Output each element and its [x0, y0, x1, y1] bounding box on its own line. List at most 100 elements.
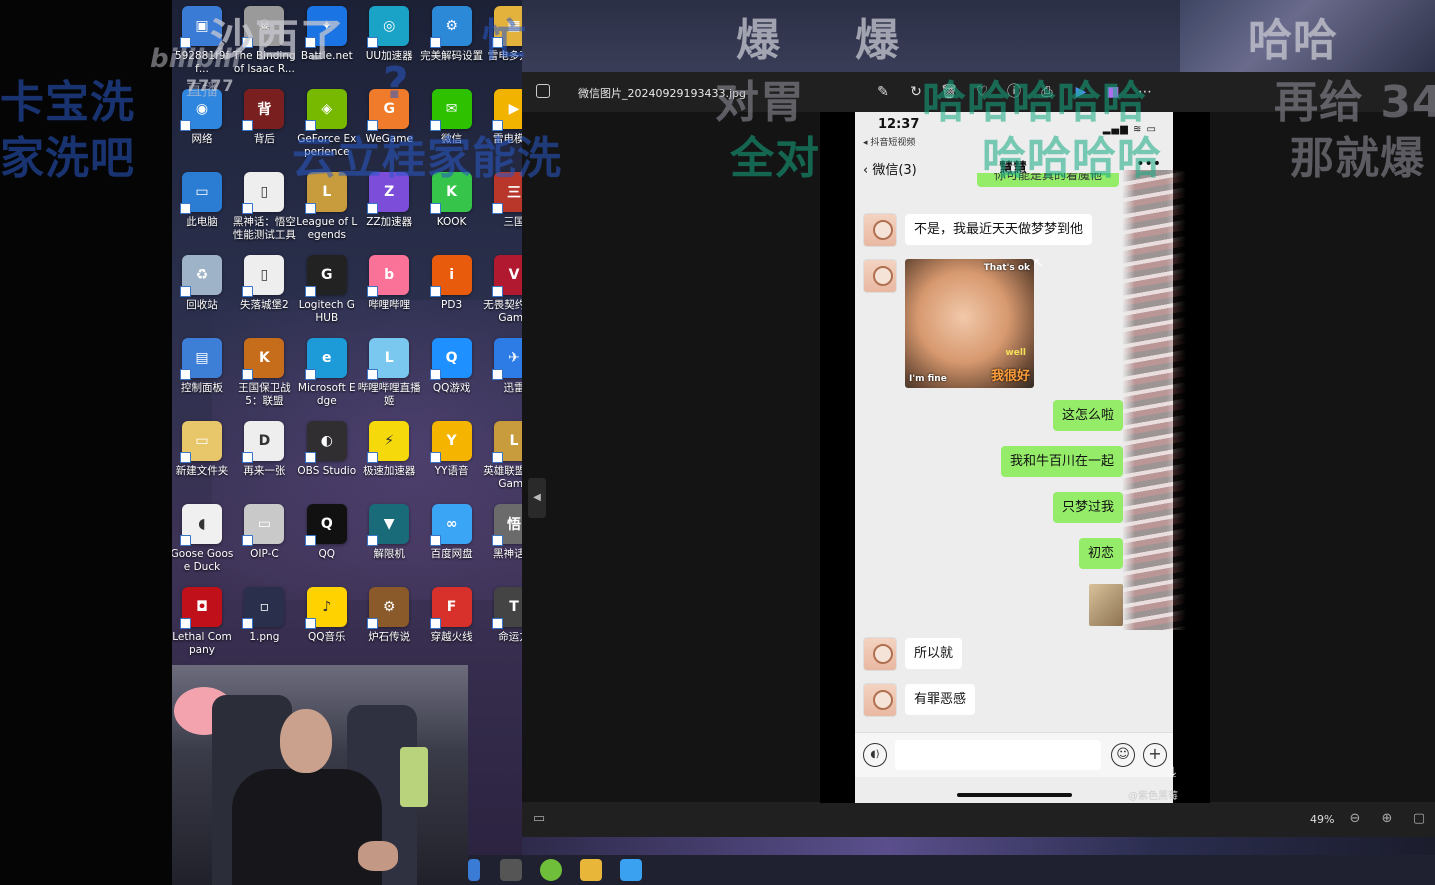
shortcut-arrow-icon — [304, 286, 316, 297]
shortcut-arrow-icon — [367, 618, 379, 629]
app-icon: ♪ — [304, 587, 347, 629]
phone-time: 12:37 — [878, 117, 920, 132]
app-icon: ♻ — [180, 255, 222, 297]
shortcut-arrow-icon — [492, 535, 503, 546]
desktop-icon[interactable]: K 王国保卫战 5：联盟 — [232, 338, 296, 408]
danmaku-comment: 沙西了 — [210, 15, 345, 66]
zoom-in-icon[interactable]: ⊕ — [1378, 810, 1396, 828]
desktop-icon[interactable]: ◐ OBS Studio — [295, 421, 359, 478]
back-to-app: ◂ 抖音短视频 — [863, 138, 916, 148]
app-icon: L — [492, 421, 522, 463]
shortcut-arrow-icon — [429, 203, 441, 214]
chat-input-bar: ◖) ☺ + — [855, 732, 1173, 777]
desktop-icon-label: OIP-C — [250, 548, 279, 560]
desktop-icon[interactable]: ♻ 回收站 — [172, 255, 234, 312]
taskbar-app-icon[interactable] — [500, 859, 522, 881]
message-bubble: 这怎么啦 — [1052, 400, 1123, 431]
desktop-icon-label: QQ游戏 — [432, 382, 471, 394]
home-indicator — [957, 793, 1072, 797]
shortcut-arrow-icon — [367, 286, 379, 297]
desktop-icon[interactable]: ▯ 失落城堡2 — [232, 255, 296, 312]
voice-icon: ◖) — [863, 743, 887, 767]
danmaku-comment: 那就爆 — [1290, 133, 1425, 184]
shortcut-arrow-icon — [180, 120, 191, 131]
desktop-icon[interactable]: Y YY语音 — [420, 421, 484, 478]
app-icon: ✈ — [492, 338, 522, 380]
shortcut-arrow-icon — [180, 203, 191, 214]
danmaku-comment: 卡宝洗 — [0, 77, 135, 128]
desktop-icon[interactable]: ∞ 百度网盘 — [420, 504, 484, 561]
danmaku-comment: 哈哈 — [1248, 15, 1338, 66]
shortcut-arrow-icon — [242, 120, 254, 131]
desktop-icon[interactable]: ▭ 此电脑 — [172, 172, 234, 229]
file-explorer-icon[interactable] — [580, 859, 602, 881]
desktop-icon[interactable]: 背背后 — [232, 89, 296, 146]
desktop-icon[interactable]: ◖ Goose Goose Duck — [172, 504, 234, 574]
sticker-text: well — [1005, 348, 1026, 358]
desktop-icon[interactable]: 悟黑神话： — [482, 504, 522, 561]
desktop-icon[interactable]: G Logitech G HUB — [295, 255, 359, 325]
sticker-image: That's ok well I'm fine 我很好 — [905, 259, 1034, 388]
desktop-icon[interactable]: F 穿越火线 — [420, 587, 484, 644]
desktop-icon[interactable]: D 再来一张 — [232, 421, 296, 478]
sticker-text: 我很好 — [990, 369, 1030, 384]
desktop-icon[interactable]: i PD3 — [420, 255, 484, 312]
shortcut-arrow-icon — [304, 369, 316, 380]
shortcut-arrow-icon — [429, 618, 441, 629]
desktop-icon-label: 哔哩哔哩 — [368, 299, 411, 311]
desktop-icon[interactable]: L 哔哩哔哩直播姬 — [357, 338, 421, 408]
danmaku-comment: 爆 — [855, 15, 900, 66]
desktop-icon-label: 英雄联盟 WeGame — [483, 465, 522, 490]
danmaku-comment: 对胃 — [715, 77, 805, 128]
desktop-icon[interactable]: ▭ 新建文件夹 — [172, 421, 234, 478]
wallpaper-strip — [522, 837, 1435, 855]
shortcut-arrow-icon — [492, 203, 503, 214]
taskbar-app-icon[interactable] — [540, 859, 562, 881]
zoom-out-icon[interactable]: ⊖ — [1346, 810, 1364, 828]
desktop-icon[interactable]: ▼ 解限机 — [357, 504, 421, 561]
webcam-overlay — [172, 665, 468, 885]
danmaku-comment: 哈哈哈哈 — [982, 133, 1162, 184]
desktop-icon[interactable]: ▭ OIP-C — [232, 504, 296, 561]
desktop-icon-label: 三国 — [503, 216, 523, 228]
desktop-icon[interactable]: e Microsoft Edge — [295, 338, 359, 408]
desktop-icon[interactable]: T 命运方 — [482, 587, 522, 644]
photos-taskbar-icon[interactable] — [620, 859, 642, 881]
shortcut-arrow-icon — [304, 535, 316, 546]
desktop-icon[interactable]: ▤ 控制面板 — [172, 338, 234, 395]
zoom-level: 49% — [1310, 813, 1335, 826]
filmstrip-icon[interactable]: ▭ — [530, 810, 548, 828]
message-bubble: 所以就 — [905, 638, 963, 669]
desktop-icon[interactable]: ⚙ 炉石传说 — [357, 587, 421, 644]
app-icon: ▫ — [242, 587, 285, 629]
desktop-icon[interactable]: ▯ 黑神话：悟空 性能测试工具 — [232, 172, 296, 242]
desktop-icon-label: 解限机 — [373, 548, 405, 560]
shortcut-arrow-icon — [242, 369, 254, 380]
desktop-icon[interactable]: ◎ UU加速器 — [357, 6, 421, 63]
app-icon: D — [242, 421, 285, 463]
previous-image-button[interactable]: ◀ — [528, 478, 546, 518]
desktop-icon[interactable]: L英雄联盟 WeGame — [482, 421, 522, 491]
desktop-icon[interactable]: Q QQ游戏 — [420, 338, 484, 395]
taskbar-app-icon[interactable] — [468, 859, 480, 881]
shortcut-arrow-icon — [367, 37, 379, 48]
fit-screen-icon[interactable]: ▢ — [1410, 810, 1428, 828]
desktop-icon-label: 无畏契约 WeGame — [483, 299, 522, 324]
desktop-icon[interactable]: ⚙ 完美解码设置 — [420, 6, 484, 63]
desktop-icon[interactable]: ✈ 迅雷 — [482, 338, 522, 395]
desktop-icon[interactable]: b 哔哩哔哩 — [357, 255, 421, 312]
desktop-icon-label: 百度网盘 — [430, 548, 473, 560]
shortcut-arrow-icon — [492, 286, 503, 297]
shortcut-arrow-icon — [180, 452, 191, 463]
desktop-icon-label: 失落城堡2 — [240, 299, 289, 311]
desktop-icon[interactable]: ◘ Lethal Company — [172, 587, 234, 657]
app-icon: ▯ — [242, 255, 285, 297]
danmaku-comment: 爆 — [736, 15, 781, 66]
desktop-icon[interactable]: Q QQ — [295, 504, 359, 561]
edit-icon[interactable]: ✎ — [873, 82, 893, 102]
desktop-icon[interactable]: ▫ 1.png — [232, 587, 296, 644]
desktop-icon[interactable]: ♪ QQ音乐 — [295, 587, 359, 644]
desktop-icon[interactable]: V无畏契约 WeGame — [482, 255, 522, 325]
download-icon[interactable]: ⤓ — [1170, 764, 1176, 780]
desktop-icon[interactable]: ⚡ 极速加速器 — [357, 421, 421, 478]
